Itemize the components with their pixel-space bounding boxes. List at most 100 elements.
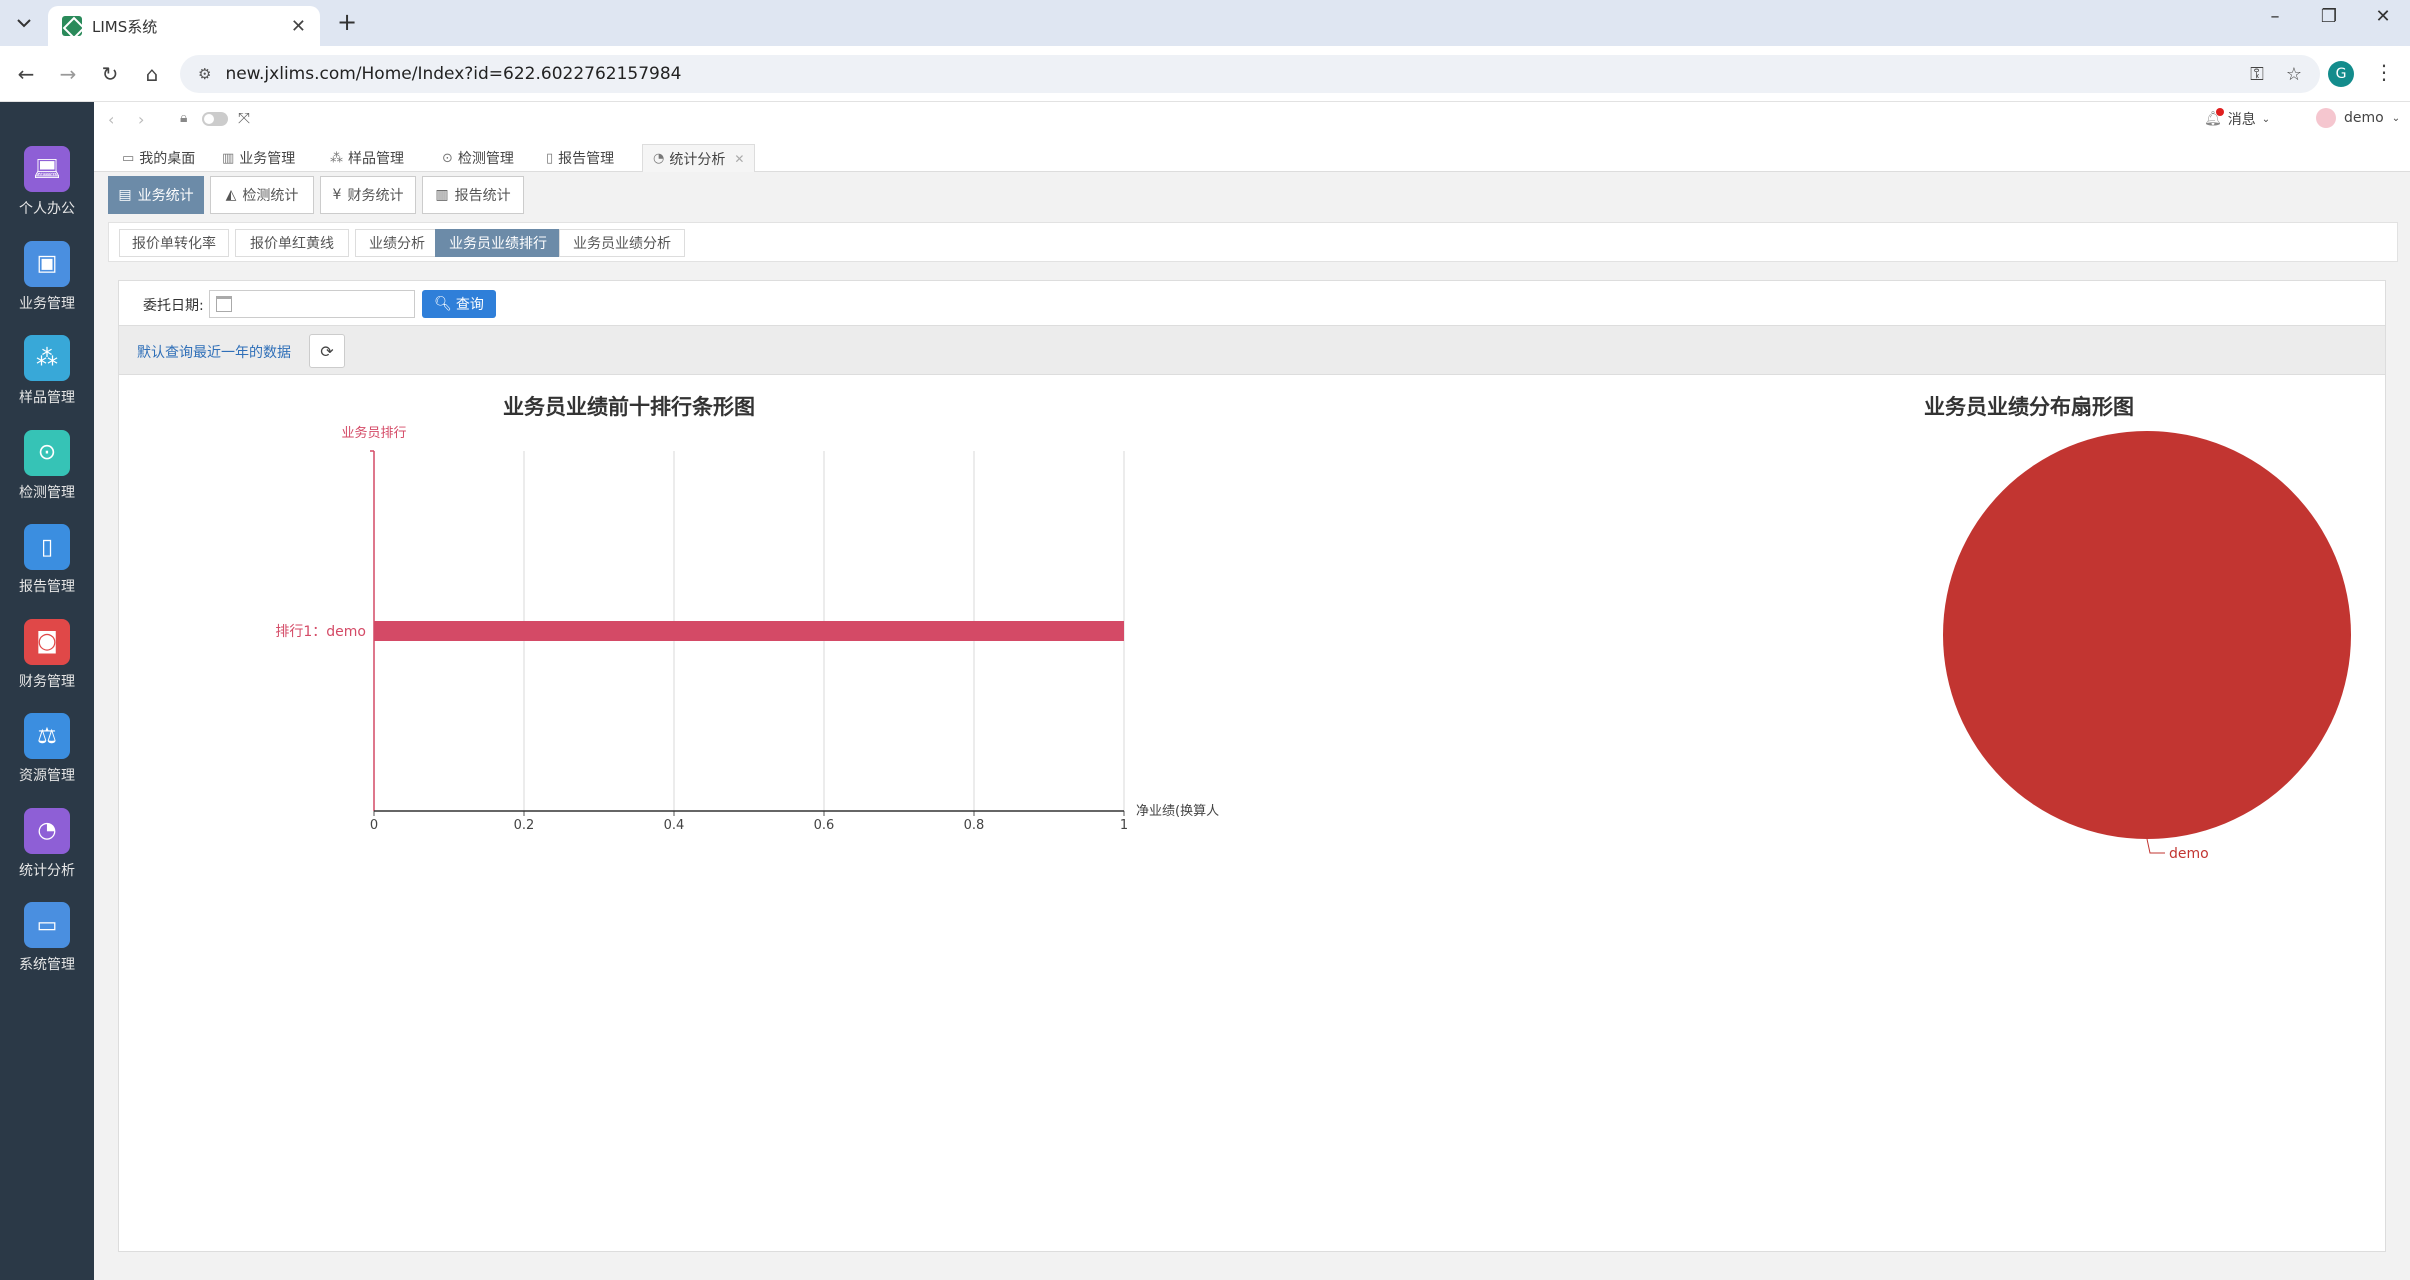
x-tick-label: 0.6 (814, 818, 835, 833)
x-tick-label: 1 (1120, 818, 1128, 833)
bar (374, 621, 1124, 641)
tab-business[interactable]: ▥ 业务管理 (218, 144, 299, 172)
sidebar-item-2[interactable]: ⁂ 样品管理 (0, 321, 94, 411)
cubes-icon: ⁂ (330, 150, 343, 166)
tab-testing[interactable]: ⊙ 检测管理 (438, 144, 518, 172)
minimize-window-button[interactable]: – (2250, 6, 2300, 27)
pie-icon: ◔ (653, 151, 665, 166)
refresh-button[interactable]: ⟳ (309, 334, 345, 368)
tab-label: 报告统计 (454, 188, 511, 204)
date-range-input[interactable] (209, 290, 415, 318)
sidebar-item-8[interactable]: ▭ 系统管理 (0, 888, 94, 978)
pie-slice (1943, 431, 2351, 839)
theme-toggle[interactable] (202, 112, 228, 126)
fullscreen-icon[interactable]: ⤧ (238, 109, 250, 127)
chevron-down-icon (17, 19, 31, 28)
user-menu[interactable]: demo ⌄ (2316, 108, 2400, 128)
date-filter-label: 委托日期: (143, 298, 204, 314)
sub-tab-bar: 报价单转化率 报价单红黄线 业绩分析 业务员业绩排行 业务员业绩分析 (108, 222, 2398, 262)
search-icon: 🔍︎ (434, 296, 452, 312)
refresh-icon: ⟳ (320, 341, 334, 361)
sidebar-item-7[interactable]: ◔ 统计分析 (0, 794, 94, 884)
sidebar-item-0[interactable]: 💻︎ 个人办公 (0, 132, 94, 222)
sidebar-item-5[interactable]: ◙ 财务管理 (0, 605, 94, 695)
reload-icon[interactable]: ↻ (96, 60, 124, 88)
browser-menu-icon[interactable]: ⋮ (2374, 60, 2394, 84)
pie-chart-icon: ◔ (24, 807, 70, 854)
tab-sample[interactable]: ⁂ 样品管理 (326, 144, 408, 172)
file-icon: ▯ (546, 150, 554, 166)
chevron-down-icon: ⌄ (2261, 113, 2271, 125)
tab-scroll-left-icon[interactable]: ‹ (108, 110, 114, 129)
unread-dot (2216, 108, 2224, 116)
tab-label: 报告管理 (558, 151, 615, 167)
tab-label: 检测管理 (457, 151, 514, 167)
default-query-hint: 默认查询最近一年的数据 (137, 345, 291, 361)
sidebar-item-label: 系统管理 (19, 957, 75, 973)
tab-label: 样品管理 (348, 151, 404, 167)
report-file-icon: ▯ (24, 524, 70, 570)
sidebar-item-4[interactable]: ▯ 报告管理 (0, 510, 94, 600)
tab-label: 业务管理 (239, 151, 296, 167)
monitor-icon: ▭ (24, 902, 70, 948)
scale-icon: ⚖ (24, 713, 70, 759)
sidebar-item-label: 资源管理 (19, 768, 75, 784)
restore-window-button[interactable]: ❐ (2304, 6, 2354, 27)
tab-label: 我的桌面 (139, 151, 196, 167)
back-arrow-icon[interactable]: ← (12, 60, 40, 88)
sidebar-item-3[interactable]: ⊙ 检测管理 (0, 416, 94, 506)
filter-row: 委托日期: 🔍︎ 查询 (119, 281, 2385, 323)
url-text: new.jxlims.com/Home/Index?id=622.6022762… (225, 64, 682, 84)
address-bar[interactable]: ⚙ new.jxlims.com/Home/Index?id=622.60227… (180, 55, 2320, 93)
avatar (2316, 108, 2336, 128)
lock-icon[interactable]: 🔒︎ (180, 110, 187, 126)
map-icon: ▤ (118, 187, 132, 203)
tab-business-stats[interactable]: ▤ 业务统计 (108, 176, 204, 214)
x-tick-label: 0.8 (964, 818, 985, 833)
tab-statistics[interactable]: ◔ 统计分析 ✕ (642, 144, 756, 172)
sidebar-item-6[interactable]: ⚖ 资源管理 (0, 699, 94, 789)
tab-label: 检测统计 (242, 188, 299, 204)
tab-report[interactable]: ▯ 报告管理 (542, 144, 618, 172)
site-info-icon[interactable]: ⚙ (198, 65, 211, 83)
subtab-quote-red-yellow[interactable]: 报价单红黄线 (235, 229, 349, 257)
home-icon[interactable]: ⌂ (138, 60, 166, 88)
bookmark-star-icon[interactable]: ☆ (2286, 64, 2302, 85)
subtab-quote-conversion[interactable]: 报价单转化率 (119, 229, 229, 257)
subtab-salesman-analysis[interactable]: 业务员业绩分析 (559, 229, 685, 257)
category-label: 排行1：demo (275, 624, 366, 640)
tab-label: 财务统计 (347, 188, 404, 204)
tab-search-button[interactable] (10, 9, 38, 37)
close-window-button[interactable]: ✕ (2358, 6, 2408, 27)
tab-scroll-right-icon[interactable]: › (138, 110, 144, 129)
query-button[interactable]: 🔍︎ 查询 (422, 290, 496, 318)
subtab-performance-analysis[interactable]: 业绩分析 (355, 229, 439, 257)
area-chart-icon: ◭ (225, 187, 237, 203)
subtab-salesman-ranking[interactable]: 业务员业绩排行 (435, 229, 561, 257)
sidebar-item-1[interactable]: ▣ 业务管理 (0, 227, 94, 317)
password-key-icon[interactable]: ⚿ (2250, 64, 2264, 85)
messages-menu[interactable]: 🔔︎ 消息 ⌄ (2204, 108, 2271, 129)
desktop-icon: ▭ (122, 150, 135, 166)
x-tick-label: 0.4 (664, 818, 685, 833)
sidebar-item-label: 个人办公 (19, 201, 75, 217)
close-tab-icon[interactable]: ✕ (734, 152, 744, 166)
calendar-icon (216, 296, 232, 312)
browser-tab-lims[interactable]: LIMS系统 ✕ (48, 6, 320, 46)
close-tab-icon[interactable]: ✕ (291, 16, 306, 37)
tab-finance-stats[interactable]: ¥ 财务统计 (320, 176, 416, 214)
forward-arrow-icon[interactable]: → (54, 60, 82, 88)
tab-report-stats[interactable]: ▥ 报告统计 (422, 176, 524, 214)
sidebar-item-label: 业务管理 (19, 295, 75, 312)
new-tab-button[interactable]: + (332, 8, 362, 36)
messages-label: 消息 (2227, 112, 2256, 128)
app-header: ‹ › 🔒︎ ⤧ 🔔︎ 消息 ⌄ demo ⌄ (94, 102, 2410, 138)
pie-label: demo (2169, 846, 2209, 862)
lims-favicon-icon (62, 16, 82, 36)
tab-my-desktop[interactable]: ▭ 我的桌面 (118, 144, 199, 172)
x-tick-label: 0 (370, 818, 378, 833)
tab-label: 业务统计 (137, 188, 194, 204)
pie-label-line (2146, 838, 2165, 854)
tab-testing-stats[interactable]: ◭ 检测统计 (210, 176, 314, 214)
profile-avatar[interactable]: G (2328, 61, 2354, 87)
